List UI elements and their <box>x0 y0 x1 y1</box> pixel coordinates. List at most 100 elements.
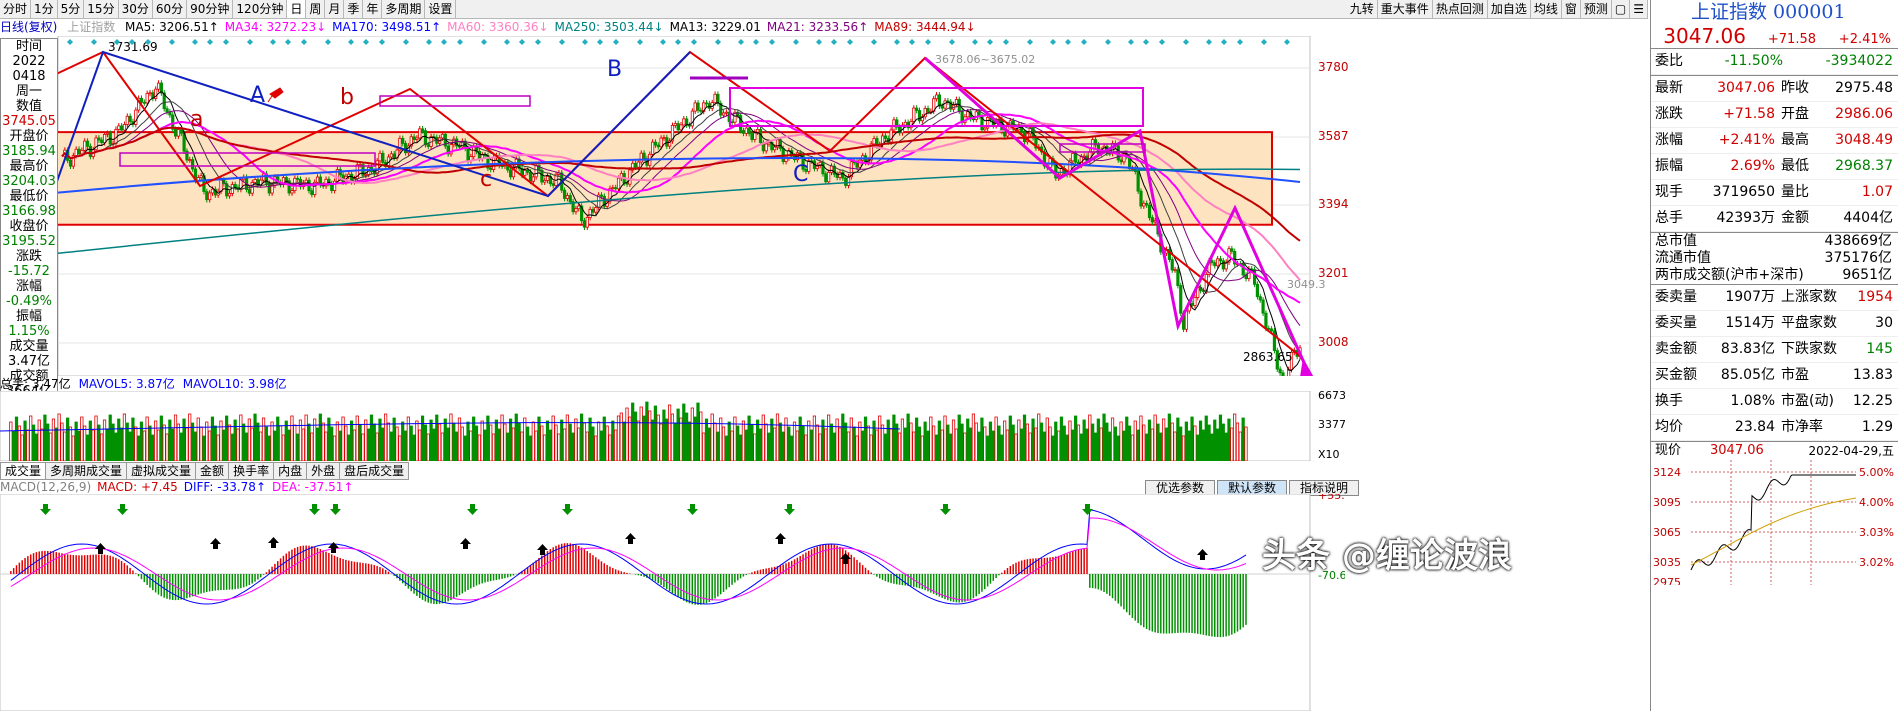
quote-label: 流通市值 <box>1655 250 1711 266</box>
quote-value: 145 <box>1866 341 1893 357</box>
candle-body <box>827 171 831 183</box>
quote-label: 换手 <box>1655 393 1683 409</box>
indicator-tab-5[interactable]: 内盘 <box>274 462 308 480</box>
quote-row: 委卖量 1907万 上涨家数 1954 <box>1651 285 1898 311</box>
candle-body <box>747 127 751 134</box>
candle-body <box>1176 269 1180 286</box>
toolbar-button-2[interactable]: 热点回测 <box>1433 0 1488 18</box>
volume-bar <box>841 413 845 461</box>
volume-bar <box>1142 424 1146 461</box>
volume-bar <box>176 423 180 461</box>
indicator-tab-3[interactable]: 金额 <box>196 462 230 480</box>
volume-bar <box>852 426 856 461</box>
volume-bar <box>665 418 669 461</box>
period-tab-13[interactable]: 多周期 <box>382 0 426 18</box>
volume-tick: 6673 <box>1318 391 1345 402</box>
macd-chart[interactable]: +55.30-70.67 <box>0 494 1345 711</box>
candle-body <box>1210 260 1214 264</box>
intraday-mini-chart[interactable]: 3124 3095 3065 3035 2975 5.00% 4.00% 3.03% 3.02% <box>1651 460 1897 589</box>
candle-body <box>88 145 92 157</box>
volume-chart[interactable]: 6673 3377 X10 <box>0 391 1345 461</box>
toolbar-button-8[interactable]: ☰ <box>1630 0 1648 18</box>
toolbar-button-1[interactable]: 重大事件 <box>1378 0 1433 18</box>
candle-body <box>673 123 677 126</box>
price-tick: 3008 <box>1318 335 1349 349</box>
period-tab-6[interactable]: 90分钟 <box>187 0 234 18</box>
candle-body <box>148 92 152 95</box>
toolbar-button-6[interactable]: 预测 <box>1581 0 1612 18</box>
candle-body <box>145 93 149 104</box>
wave-label: c <box>480 167 492 192</box>
period-tab-3[interactable]: 15分 <box>84 0 119 18</box>
volume-bar <box>599 430 604 461</box>
period-tab-10[interactable]: 月 <box>325 0 345 18</box>
volume-bar <box>318 413 322 461</box>
candle-body <box>662 137 666 140</box>
quote-value: 2986.06 <box>1835 106 1893 122</box>
quote-label: 最低 <box>1781 158 1809 174</box>
indicator-tab-6[interactable]: 外盘 <box>307 462 341 480</box>
period-tab-4[interactable]: 30分 <box>119 0 153 18</box>
period-tab-12[interactable]: 年 <box>363 0 383 18</box>
volume-bar <box>503 423 507 461</box>
quote-label: 最新 <box>1655 80 1683 96</box>
kline-chart[interactable]: AabcBC3731.692863.653678.06~3675.023049.… <box>0 36 1345 376</box>
volume-bar <box>443 418 447 461</box>
indicator-tab-1[interactable]: 多周期成交量 <box>46 462 128 480</box>
period-tab-1[interactable]: 1分 <box>31 0 58 18</box>
indicator-tab-7[interactable]: 盘后成交量 <box>340 462 410 480</box>
volume-bar <box>210 416 215 461</box>
volume-bar <box>906 413 910 461</box>
period-tab-11[interactable]: 季 <box>344 0 364 18</box>
indicator-tab-4[interactable]: 换手率 <box>229 462 275 480</box>
volume-bar <box>659 423 663 461</box>
candle-body <box>120 125 124 131</box>
candle-body <box>767 142 771 145</box>
volume-bar <box>625 407 629 461</box>
info-row: 振幅 <box>15 309 42 324</box>
period-tab-5[interactable]: 60分 <box>153 0 188 18</box>
volume-bar <box>463 435 467 461</box>
volume-bar <box>895 423 899 461</box>
volume-bar <box>1085 428 1089 461</box>
volume-bar <box>983 426 987 461</box>
toolbar-button-4[interactable]: 均线 <box>1531 0 1562 18</box>
period-tab-14[interactable]: 设置 <box>425 0 457 18</box>
candle-body <box>937 94 941 107</box>
volume-bar <box>875 429 879 461</box>
volume-bar <box>358 424 362 461</box>
quote-wide-row: 流通市值 375176亿 <box>1651 250 1898 267</box>
period-tab-8[interactable]: 日 <box>287 0 307 18</box>
candle-body <box>378 152 382 162</box>
period-tab-0[interactable]: 分时 <box>0 0 32 18</box>
candle-body <box>191 159 195 170</box>
volume-bar <box>156 429 161 461</box>
volume-bar <box>1221 423 1225 461</box>
period-tab-7[interactable]: 120分钟 <box>233 0 288 18</box>
volume-bar <box>474 425 479 461</box>
toolbar-button-0[interactable]: 九转 <box>1347 0 1378 18</box>
toolbar-button-5[interactable]: 窗 <box>1562 0 1581 18</box>
indicator-tab-0[interactable]: 成交量 <box>0 462 47 480</box>
volume-bar <box>846 431 851 461</box>
volume-bar <box>85 434 90 461</box>
mini-left-tick: 3095 <box>1653 496 1681 509</box>
info-row: 3185.94 <box>2 144 56 159</box>
toolbar-button-7[interactable]: ▢ <box>1612 0 1631 18</box>
volume-bar <box>1037 413 1041 461</box>
volume-bar <box>645 401 649 461</box>
volume-bar <box>480 420 484 461</box>
quote-value: +2.41% <box>1718 132 1775 148</box>
volume-bar <box>1091 423 1095 461</box>
quote-value: 2975.48 <box>1835 80 1893 96</box>
candle-body <box>1116 145 1120 161</box>
period-tab-2[interactable]: 5分 <box>58 0 85 18</box>
toolbar-button-3[interactable]: 加自选 <box>1488 0 1531 18</box>
candle-body <box>724 111 729 114</box>
candle-body <box>83 140 87 151</box>
quote-row: 总手 42393万 金额 4404亿 <box>1651 206 1898 232</box>
indicator-tab-2[interactable]: 虚拟成交量 <box>127 462 197 480</box>
period-tab-9[interactable]: 周 <box>306 0 326 18</box>
volume-bar <box>1244 426 1248 461</box>
candle-body <box>227 193 232 197</box>
